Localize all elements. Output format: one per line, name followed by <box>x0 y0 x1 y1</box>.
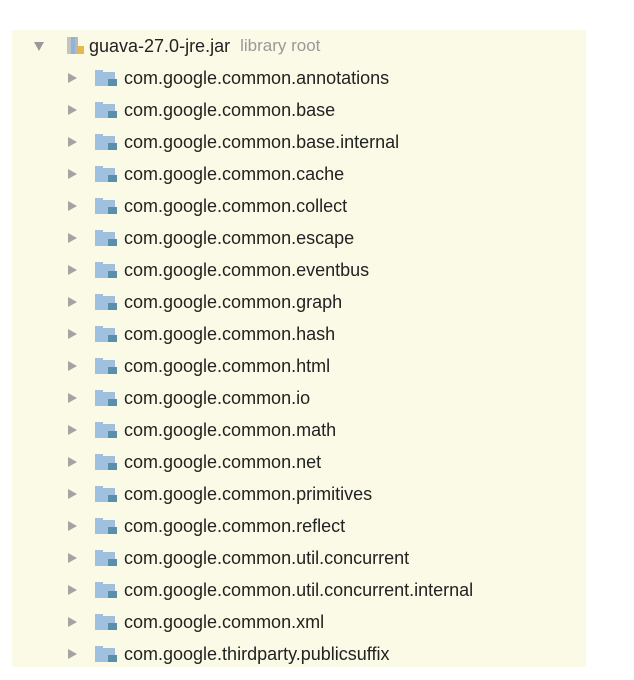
chevron-right-icon[interactable] <box>68 169 77 179</box>
tree-package-label: com.google.common.net <box>124 451 322 472</box>
chevron-right-icon[interactable] <box>68 105 77 115</box>
tree-package-label: com.google.common.reflect <box>124 515 346 536</box>
tree-package-label: com.google.common.base.internal <box>124 131 400 152</box>
package-folder-icon <box>95 294 117 310</box>
chevron-right-icon[interactable] <box>68 265 77 275</box>
tree-package-label: com.google.common.html <box>124 355 331 376</box>
package-folder-icon <box>95 550 117 566</box>
chevron-right-icon[interactable] <box>68 393 77 403</box>
tree-package-row[interactable]: com.google.common.util.concurrent.intern… <box>12 574 586 606</box>
tree-package-row[interactable]: com.google.common.primitives <box>12 478 586 510</box>
chevron-right-icon[interactable] <box>68 233 77 243</box>
package-folder-icon <box>95 390 117 406</box>
tree-package-row[interactable]: com.google.common.hash <box>12 318 586 350</box>
chevron-right-icon[interactable] <box>68 329 77 339</box>
tree-package-row[interactable]: com.google.common.reflect <box>12 510 586 542</box>
tree-package-row[interactable]: com.google.common.graph <box>12 286 586 318</box>
package-folder-icon <box>95 614 117 630</box>
tree-package-row[interactable]: com.google.common.util.concurrent <box>12 542 586 574</box>
package-folder-icon <box>95 358 117 374</box>
chevron-right-icon[interactable] <box>68 201 77 211</box>
tree-package-label: com.google.common.util.concurrent <box>124 547 410 568</box>
package-folder-icon <box>95 422 117 438</box>
package-folder-icon <box>95 518 117 534</box>
chevron-right-icon[interactable] <box>68 585 77 595</box>
tree-package-row[interactable]: com.google.common.base <box>12 94 586 126</box>
tree-package-row[interactable]: com.google.common.collect <box>12 190 586 222</box>
tree-package-label: com.google.common.graph <box>124 291 343 312</box>
tree-package-row[interactable]: com.google.thirdparty.publicsuffix <box>12 638 586 670</box>
tree-package-label: com.google.common.cache <box>124 163 345 184</box>
package-folder-icon <box>95 166 117 182</box>
chevron-right-icon[interactable] <box>68 521 77 531</box>
tree-package-label: com.google.common.io <box>124 387 311 408</box>
tree-package-label: com.google.common.collect <box>124 195 348 216</box>
tree-package-row[interactable]: com.google.common.base.internal <box>12 126 586 158</box>
package-folder-icon <box>95 326 117 342</box>
tree-package-label: com.google.common.eventbus <box>124 259 370 280</box>
tree-package-label: com.google.common.util.concurrent.intern… <box>124 579 474 600</box>
chevron-right-icon[interactable] <box>68 457 77 467</box>
package-folder-icon <box>95 102 117 118</box>
chevron-right-icon[interactable] <box>68 361 77 371</box>
tree-package-label: com.google.common.annotations <box>124 67 390 88</box>
chevron-down-icon[interactable] <box>34 41 44 51</box>
tree-package-label: com.google.common.math <box>124 419 337 440</box>
package-folder-icon <box>95 198 117 214</box>
package-folder-icon <box>95 70 117 86</box>
tree-package-label: com.google.common.xml <box>124 611 325 632</box>
chevron-right-icon[interactable] <box>68 73 77 83</box>
package-folder-icon <box>95 646 117 662</box>
tree-package-row[interactable]: com.google.common.escape <box>12 222 586 254</box>
chevron-right-icon[interactable] <box>68 553 77 563</box>
chevron-right-icon[interactable] <box>68 617 77 627</box>
tree-package-row[interactable]: com.google.common.annotations <box>12 62 586 94</box>
tree-package-row[interactable]: com.google.common.math <box>12 414 586 446</box>
tree-package-label: com.google.common.base <box>124 99 336 120</box>
package-folder-icon <box>95 454 117 470</box>
jar-library-icon <box>67 37 84 54</box>
project-panel: guava-27.0-jre.jar library root com.goog… <box>0 0 634 680</box>
tree-package-row[interactable]: com.google.common.xml <box>12 606 586 638</box>
tree-package-row[interactable]: com.google.common.cache <box>12 158 586 190</box>
tree-root-label: guava-27.0-jre.jar <box>89 35 231 56</box>
package-folder-icon <box>95 486 117 502</box>
tree-package-label: com.google.common.escape <box>124 227 355 248</box>
tree-package-row[interactable]: com.google.common.html <box>12 350 586 382</box>
chevron-right-icon[interactable] <box>68 489 77 499</box>
chevron-right-icon[interactable] <box>68 649 77 659</box>
tree-package-label: com.google.common.primitives <box>124 483 373 504</box>
chevron-right-icon[interactable] <box>68 297 77 307</box>
tree-package-row[interactable]: com.google.common.eventbus <box>12 254 586 286</box>
project-tree: guava-27.0-jre.jar library root com.goog… <box>12 30 586 667</box>
tree-root-sublabel: library root <box>240 36 321 55</box>
tree-package-row[interactable]: com.google.common.io <box>12 382 586 414</box>
tree-package-label: com.google.common.hash <box>124 323 336 344</box>
tree-root-row[interactable]: guava-27.0-jre.jar library root <box>12 30 586 62</box>
tree-package-label: com.google.thirdparty.publicsuffix <box>124 643 390 664</box>
package-folder-icon <box>95 230 117 246</box>
chevron-right-icon[interactable] <box>68 425 77 435</box>
package-folder-icon <box>95 582 117 598</box>
chevron-right-icon[interactable] <box>68 137 77 147</box>
package-folder-icon <box>95 134 117 150</box>
package-folder-icon <box>95 262 117 278</box>
tree-package-row[interactable]: com.google.common.net <box>12 446 586 478</box>
